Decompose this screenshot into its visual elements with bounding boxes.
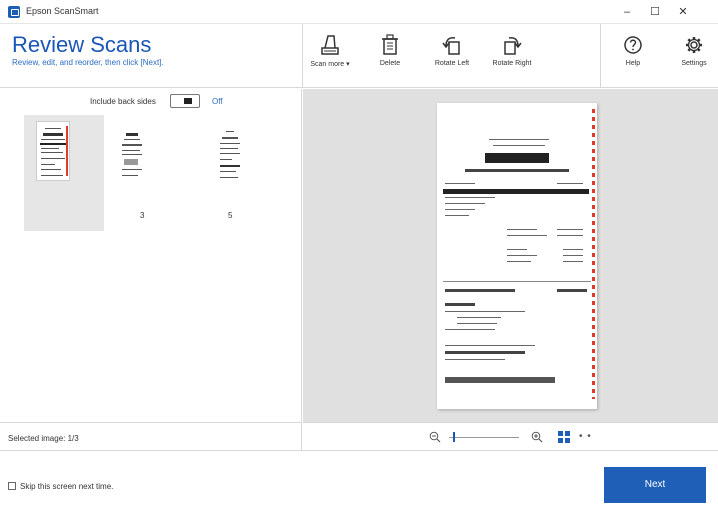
help-button[interactable]: Help [618, 32, 648, 84]
more-options-icon[interactable]: • • [579, 431, 592, 442]
rotate-left-button[interactable]: Rotate Left [428, 32, 476, 84]
rotate-left-icon [442, 37, 460, 55]
rotate-left-label: Rotate Left [434, 60, 470, 67]
thumbnail-panel: Include back sides Off 3 5 [0, 89, 302, 422]
page-subtitle: Review, edit, and reorder, then click [N… [12, 58, 164, 67]
header-divider [302, 24, 303, 88]
thumbnail-page-image [118, 123, 146, 185]
zoom-bar: • • [303, 422, 718, 450]
next-button[interactable]: Next [604, 467, 706, 503]
back-sides-label: Include back sides [90, 97, 156, 106]
thumbnail-page-image [36, 121, 70, 181]
trash-icon [382, 34, 398, 55]
help-label: Help [625, 60, 641, 67]
settings-button[interactable]: Settings [676, 32, 712, 84]
zoom-out-icon[interactable] [429, 431, 441, 443]
app-icon [8, 6, 20, 18]
thumbnail-number: 3 [140, 211, 145, 220]
scanned-receipt-image [437, 103, 597, 409]
gear-icon [686, 37, 702, 53]
thumbnail-1[interactable] [24, 115, 104, 231]
thumbnail-page-image [216, 123, 244, 185]
back-sides-state: Off [212, 97, 223, 106]
zoom-slider-handle[interactable] [453, 432, 455, 442]
page-title: Review Scans [12, 32, 152, 57]
thumbnail-number: 5 [228, 211, 233, 220]
skip-screen-label[interactable]: Skip this screen next time. [20, 482, 113, 491]
zoom-slider-track[interactable] [449, 437, 519, 438]
delete-label: Delete [379, 60, 401, 67]
thumbnail-2[interactable]: 3 [112, 115, 192, 231]
footer: Skip this screen next time. Next [0, 450, 718, 516]
maximize-button[interactable]: ☐ [644, 3, 666, 21]
zoom-in-icon[interactable] [531, 431, 543, 443]
selected-image-status: Selected image: 1/3 [8, 434, 79, 443]
title-bar: Epson ScanSmart – ☐ ✕ [0, 0, 718, 24]
rotate-right-button[interactable]: Rotate Right [486, 32, 538, 84]
app-title: Epson ScanSmart [26, 6, 99, 16]
scanner-icon [321, 35, 339, 55]
header: Review Scans Review, edit, and reorder, … [0, 24, 718, 88]
close-button[interactable]: ✕ [672, 3, 694, 21]
help-icon [624, 36, 642, 54]
scan-more-button[interactable]: Scan more ▾ [306, 32, 354, 84]
delete-button[interactable]: Delete [372, 32, 408, 84]
preview-panel [303, 89, 718, 422]
fit-to-window-icon[interactable] [557, 430, 571, 444]
status-bar: Selected image: 1/3 [0, 422, 302, 450]
scan-more-label: Scan more ▾ [310, 61, 350, 68]
settings-label: Settings [681, 60, 707, 67]
rotate-right-icon [504, 37, 522, 55]
skip-screen-checkbox[interactable] [8, 482, 16, 490]
thumbnail-3[interactable]: 5 [198, 115, 278, 231]
header-divider-2 [600, 24, 601, 88]
rotate-right-label: Rotate Right [492, 60, 532, 67]
back-sides-toggle[interactable] [170, 94, 200, 108]
minimize-button[interactable]: – [616, 3, 638, 21]
